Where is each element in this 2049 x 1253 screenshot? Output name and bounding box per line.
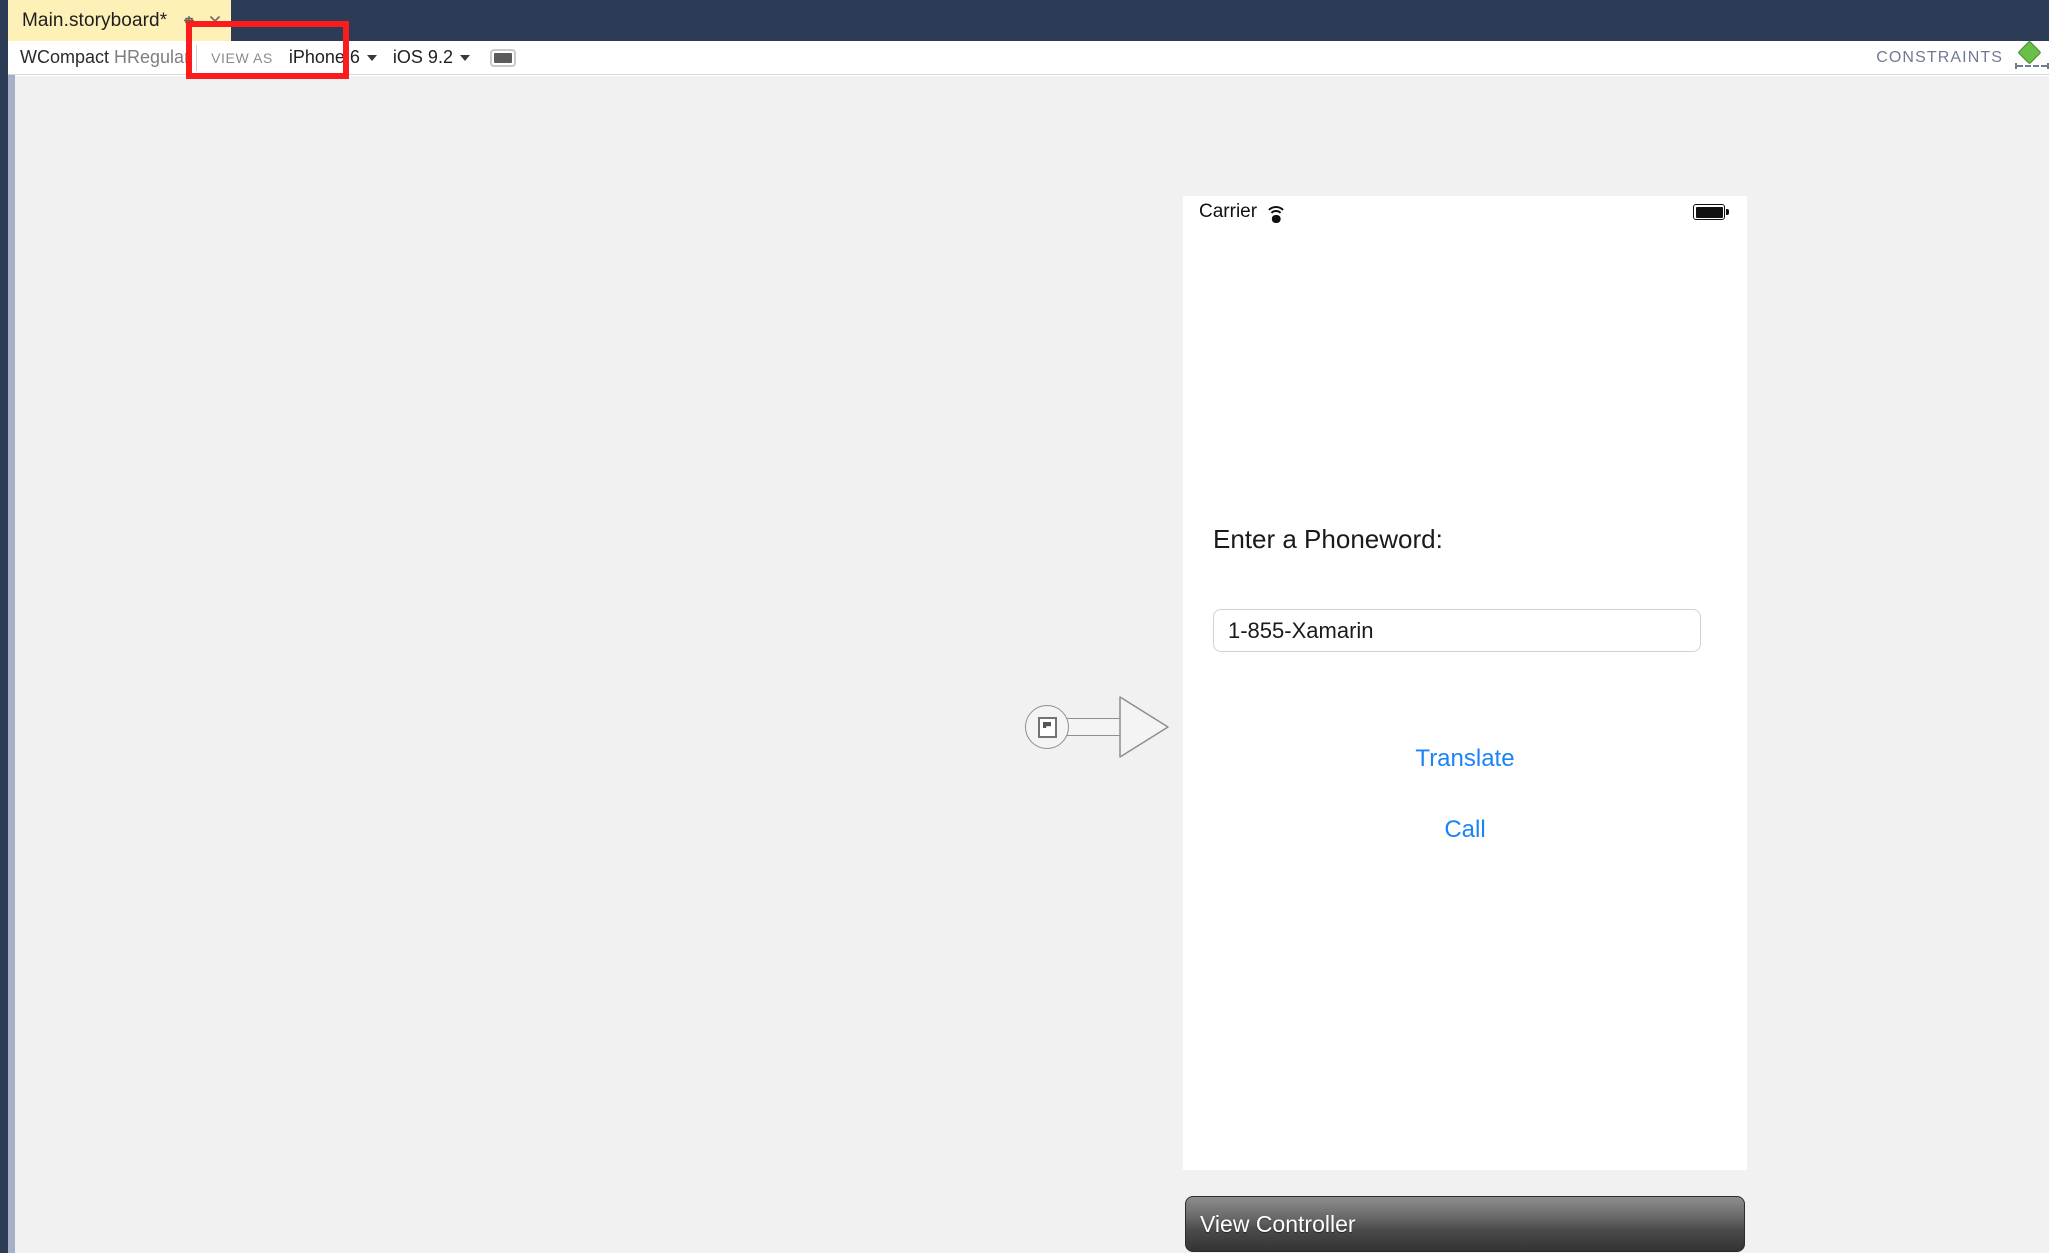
wifi-icon [1265,205,1288,223]
entry-arrow-head [1119,696,1169,758]
os-version-dropdown[interactable]: iOS 9.2 [393,47,470,68]
toolbar-divider [196,44,198,71]
constraint-diamond-icon[interactable] [2015,39,2049,72]
tab-strip: Main.storyboard* [0,0,2049,41]
device-screen[interactable]: Carrier Enter a Phoneword: 1-855-Xamarin… [1183,196,1747,1170]
call-button[interactable]: Call [1183,816,1747,844]
entry-point-arrow-icon[interactable] [1025,696,1170,758]
scene-title-bar[interactable]: View Controller [1185,1196,1745,1252]
chevron-down-icon [459,54,470,61]
entry-arrow-shaft [1065,718,1123,736]
carrier-label: Carrier [1199,201,1258,222]
phoneword-prompt-label: Enter a Phoneword: [1213,524,1443,554]
toolbar-right-group: CONSTRAINTS [1876,39,2049,72]
view-controller-scene[interactable]: Carrier Enter a Phoneword: 1-855-Xamarin… [1183,196,1747,1252]
scene-title-label: View Controller [1200,1210,1356,1237]
chevron-down-icon [366,54,377,61]
size-class-width: WCompact [20,47,110,67]
close-icon[interactable] [207,13,223,29]
orientation-landscape-icon[interactable] [489,48,516,67]
window-edge-navy [0,41,8,1253]
constraints-label: CONSTRAINTS [1876,48,2003,66]
phoneword-input[interactable]: 1-855-Xamarin [1213,609,1701,652]
storyboard-canvas[interactable]: Carrier Enter a Phoneword: 1-855-Xamarin… [15,76,2049,1253]
phoneword-input-value: 1-855-Xamarin [1228,617,1374,643]
tab-main-storyboard[interactable]: Main.storyboard* [8,0,232,41]
size-class-height: HRegular [114,47,191,67]
view-as-label: VIEW AS [211,49,273,66]
translate-button[interactable]: Translate [1183,745,1747,773]
device-dropdown[interactable]: iPhone 6 [289,47,377,68]
window-edge-accent [8,75,15,1253]
storyboard-toolbar: WCompact HRegular VIEW AS iPhone 6 iOS 9… [8,39,2049,75]
os-version-value: iOS 9.2 [392,47,453,67]
device-status-bar: Carrier [1183,196,1747,228]
size-class-indicator[interactable]: WCompact HRegular [8,47,190,68]
flag-icon [1038,717,1057,738]
pin-icon[interactable] [181,13,197,29]
battery-full-icon [1693,204,1729,220]
device-dropdown-value: iPhone 6 [288,47,360,67]
tab-label: Main.storyboard* [22,9,168,31]
